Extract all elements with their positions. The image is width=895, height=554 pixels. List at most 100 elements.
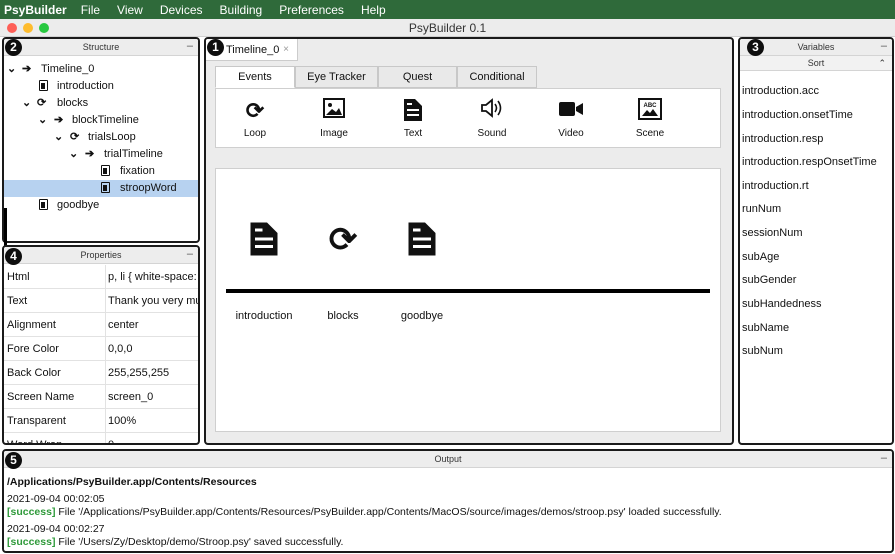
variable-item[interactable]: runNum [742,203,781,215]
timeline-item-blocks[interactable]: ⟳ [303,221,383,259]
splitter-handle[interactable] [4,208,7,250]
tree-item-blocks[interactable]: ⌄ ⟳ blocks [4,95,198,112]
property-value[interactable]: 255,255,255 [105,361,198,385]
property-row-word-wrap[interactable]: Word Wrap 0 [4,433,198,445]
tree-item-blocktimeline[interactable]: ⌄ ➔ blockTimeline [4,112,198,129]
chevron-down-icon[interactable]: ⌄ [7,61,16,78]
tree-item-trialsloop[interactable]: ⌄ ⟳ trialsLoop [4,129,198,146]
variable-item[interactable]: subName [742,322,789,334]
variable-item[interactable]: introduction.rt [742,180,809,192]
tree-item-introduction[interactable]: introduction [4,78,198,95]
palette-item-scene[interactable]: ABC Scene [620,98,680,139]
variables-title: Variables [797,42,835,52]
variable-item[interactable]: introduction.onsetTime [742,109,853,121]
minimize-icon[interactable]: – [187,39,193,55]
tree-item-fixation[interactable]: fixation [4,163,198,180]
timeline-axis [226,289,710,293]
loop-icon: ⟳ [245,98,265,123]
timeline-item-goodbye[interactable] [382,221,462,259]
svg-text:ABC: ABC [644,103,658,109]
property-row-back-color[interactable]: Back Color 255,255,255 [4,361,198,385]
property-row-screen-name[interactable]: Screen Name screen_0 [4,385,198,409]
event-palette: ⟳ Loop Image Text Sound Video ABC Scene [215,88,721,148]
tree-item-label: Timeline_0 [41,63,95,75]
output-path: /Applications/PsyBuilder.app/Contents/Re… [7,476,257,488]
text-icon [383,98,443,124]
menu-building[interactable]: Building [220,3,263,17]
property-value[interactable]: 0,0,0 [105,337,198,361]
timeline-canvas[interactable]: ⟳ introduction blocks goodbye [215,168,721,432]
palette-item-sound[interactable]: Sound [462,98,522,139]
chevron-down-icon[interactable]: ⌄ [38,112,47,129]
variable-item[interactable]: subGender [742,274,796,286]
property-row-alignment[interactable]: Alignment center [4,313,198,337]
output-timestamp: 2021-09-04 00:02:05 [7,493,105,505]
minimize-icon[interactable]: – [881,451,887,467]
property-row-text[interactable]: Text Thank you very muc [4,289,198,313]
document-icon [224,221,304,259]
document-icon [39,78,48,95]
properties-header: Properties – [4,247,198,264]
tree-item-timeline-0[interactable]: ⌄ ➔ Timeline_0 [4,61,198,78]
tree-item-trialtimeline[interactable]: ⌄ ➔ trialTimeline [4,146,198,163]
variable-item[interactable]: subNum [742,345,783,357]
chevron-up-icon[interactable]: ⌃ [878,56,886,71]
document-icon [101,180,110,197]
property-row-transparent[interactable]: Transparent 100% [4,409,198,433]
tab-events[interactable]: Events [215,66,295,88]
property-value[interactable]: center [105,313,198,337]
palette-label: Sound [477,128,507,139]
property-value[interactable]: 0 [105,433,198,443]
output-timestamp: 2021-09-04 00:02:27 [7,523,105,535]
menu-view[interactable]: View [117,3,143,17]
panel-badge-3: 3 [747,39,764,56]
variable-item[interactable]: subHandedness [742,298,822,310]
minimize-icon[interactable]: – [881,39,887,55]
palette-item-video[interactable]: Video [541,98,601,139]
output-message: [success] File '/Users/Zy/Desktop/demo/S… [7,536,343,548]
close-icon[interactable]: × [283,39,289,61]
menu-preferences[interactable]: Preferences [279,3,344,17]
menu-devices[interactable]: Devices [160,3,203,17]
property-key: Text [7,295,28,307]
menu-help[interactable]: Help [361,3,386,17]
property-value[interactable]: Thank you very muc [105,289,198,313]
palette-item-image[interactable]: Image [304,98,364,139]
property-key: Back Color [7,367,61,379]
property-value[interactable]: screen_0 [105,385,198,409]
sort-header[interactable]: Sort ⌃ [740,56,892,71]
arrow-icon: ➔ [85,148,95,160]
timeline-item-introduction[interactable] [224,221,304,259]
palette-item-loop[interactable]: ⟳ Loop [225,98,285,139]
video-icon [541,98,601,124]
minimize-icon[interactable]: – [187,247,193,263]
variable-item[interactable]: introduction.respOnsetTime [742,156,877,168]
property-row-fore-color[interactable]: Fore Color 0,0,0 [4,337,198,361]
tab-conditional[interactable]: Conditional [457,66,537,88]
tree-item-label: trialsLoop [88,131,136,143]
chevron-down-icon[interactable]: ⌄ [69,146,78,163]
chevron-down-icon[interactable]: ⌄ [22,95,31,112]
output-header: Output – [4,451,892,468]
app-menu[interactable]: PsyBuilder [4,3,67,17]
tree-item-stroopword[interactable]: stroopWord [4,180,198,197]
property-key: Word Wrap [7,439,63,445]
sound-icon [462,98,522,124]
chevron-down-icon[interactable]: ⌄ [54,129,63,146]
property-row-html[interactable]: Html p, li { white-space: p [4,265,198,289]
tree-item-goodbye[interactable]: goodbye [4,197,198,214]
variable-item[interactable]: subAge [742,251,779,263]
variables-panel: Variables – Sort ⌃ introduction.acc intr… [738,37,894,445]
tab-eye-tracker[interactable]: Eye Tracker [295,66,378,88]
arrow-icon: ➔ [22,63,32,75]
variable-item[interactable]: introduction.resp [742,133,823,145]
tab-quest[interactable]: Quest [378,66,457,88]
structure-panel: Structure – ⌄ ➔ Timeline_0 introduction … [2,37,200,243]
menu-file[interactable]: File [81,3,100,17]
palette-item-text[interactable]: Text [383,98,443,139]
loop-icon: ⟳ [37,97,47,109]
variable-item[interactable]: introduction.acc [742,85,819,97]
variable-item[interactable]: sessionNum [742,227,803,239]
property-value[interactable]: p, li { white-space: p [105,265,198,289]
property-value[interactable]: 100% [105,409,198,433]
